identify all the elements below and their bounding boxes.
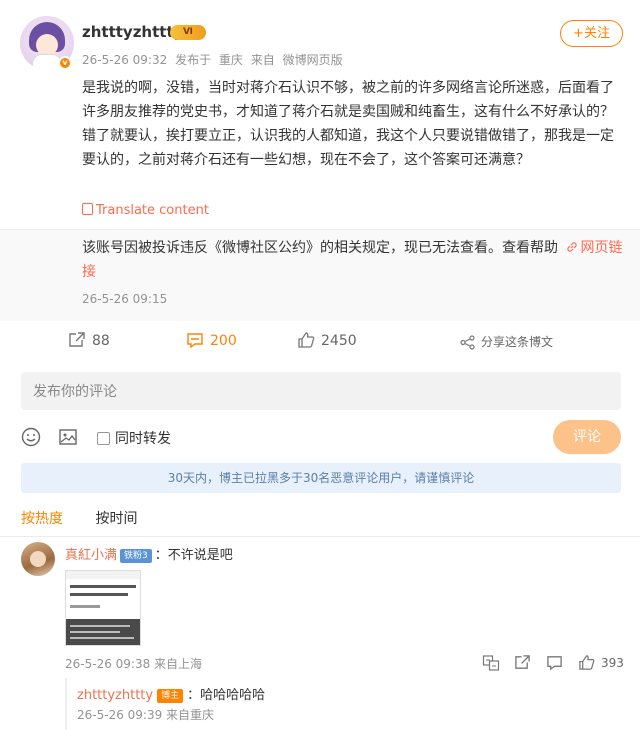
comment-like-icon[interactable] <box>578 654 595 671</box>
vip-icon[interactable]: Ⅵ <box>170 25 206 40</box>
comment-image-thumbnail[interactable] <box>65 570 141 646</box>
like-count: 2450 <box>321 333 357 349</box>
post-meta: 26-5-26 09:32 发布于 重庆 来自 微博网页版 <box>82 51 347 68</box>
checkbox-icon <box>97 432 110 445</box>
image-icon[interactable] <box>58 427 78 447</box>
host-badge: 博主 <box>157 689 184 703</box>
comment-count: 200 <box>210 333 237 349</box>
share-button[interactable]: 分享这条博文 <box>460 333 553 350</box>
follow-button[interactable]: +关注 <box>560 20 623 47</box>
comment-sort-tabs: 按热度 按时间 <box>21 508 165 528</box>
post-source: 微博网页版 <box>282 53 343 67</box>
repost-count: 88 <box>92 333 110 349</box>
repost-icon <box>69 332 85 347</box>
link-icon <box>567 242 578 252</box>
notice-time: 26-5-26 09:15 <box>82 292 168 306</box>
translate-link[interactable]: Translate content <box>82 203 209 218</box>
repost-checkbox-label: 同时转发 <box>115 431 171 447</box>
comment-button[interactable]: 200 <box>186 331 237 349</box>
composer-tools: 同时转发 评论 <box>21 420 621 454</box>
reply-meta: 26-5-26 09:39 来自重庆 <box>77 708 215 722</box>
post-time[interactable]: 26-5-26 09:32 <box>82 53 167 67</box>
repost-button[interactable]: 88 <box>68 331 110 349</box>
commenter-name[interactable]: 真紅小满 <box>65 548 117 563</box>
notice-text: 该账号因被投诉违反《微博社区公约》的相关规定，现已无法查看。查看帮助 网页链接 <box>82 236 630 284</box>
author-name[interactable]: zhtttyzhttty <box>82 23 183 41</box>
tab-sort-time[interactable]: 按时间 <box>95 508 137 528</box>
repost-checkbox[interactable]: 同时转发 <box>97 428 171 448</box>
post-content: 是我说的啊，没错，当时对蒋介石认识不够，被之前的许多网络言论所迷惑，后面看了许多… <box>82 80 614 168</box>
comment-like-count: 393 <box>601 656 624 670</box>
like-button[interactable]: 2450 <box>297 331 357 349</box>
fan-badge[interactable]: 铁粉3 <box>120 549 152 563</box>
verified-badge-icon: v <box>58 56 72 70</box>
comment-icon <box>187 333 203 349</box>
reply-icon[interactable] <box>546 654 563 671</box>
share-label: 分享这条博文 <box>481 335 554 349</box>
notice-message: 该账号因被投诉违反《微博社区公约》的相关规定，现已无法查看。查看帮助 <box>82 240 558 256</box>
translate-comment-icon[interactable] <box>482 654 500 672</box>
thumbs-up-icon <box>298 332 315 348</box>
reply-text: ：哈哈哈哈哈 <box>187 688 266 703</box>
repost-notice: 该账号因被投诉违反《微博社区公约》的相关规定，现已无法查看。查看帮助 网页链接 … <box>0 229 640 321</box>
reply-body: zhtttyzhttty 博主 ：哈哈哈哈哈 <box>77 684 265 703</box>
comment-meta: 26-5-26 09:38 来自上海 <box>65 657 203 671</box>
commenter-avatar[interactable] <box>21 542 55 576</box>
comment-input[interactable]: 发布你的评论 <box>21 372 621 410</box>
translate-label: Translate content <box>96 203 209 218</box>
divider <box>0 536 640 537</box>
reply-author-name[interactable]: zhtttyzhttty <box>77 688 153 703</box>
share-icon <box>460 335 475 350</box>
submit-comment-button[interactable]: 评论 <box>553 420 621 454</box>
emoji-icon[interactable] <box>21 427 41 447</box>
translate-icon <box>82 203 93 215</box>
tab-sort-hot[interactable]: 按热度 <box>21 508 63 528</box>
comment-actions: 393 <box>482 654 624 672</box>
source-prefix: 来自 <box>250 53 275 67</box>
comment-body: 真紅小满 铁粉3 ：不许说是吧 <box>65 544 233 563</box>
reply-item: zhtttyzhttty 博主 ：哈哈哈哈哈 26-5-26 09:39 来自重庆 <box>65 678 621 730</box>
comment-text: ：不许说是吧 <box>154 548 233 563</box>
post-actions: 88 200 2450 分享这条博文 <box>0 321 640 361</box>
blacklist-warning: 30天内，博主已拉黑多于30名恶意评论用户，请谨慎评论 <box>21 463 621 493</box>
post-location: 重庆 <box>218 53 243 67</box>
repost-comment-icon[interactable] <box>514 654 531 671</box>
publish-prefix: 发布于 <box>175 53 212 67</box>
